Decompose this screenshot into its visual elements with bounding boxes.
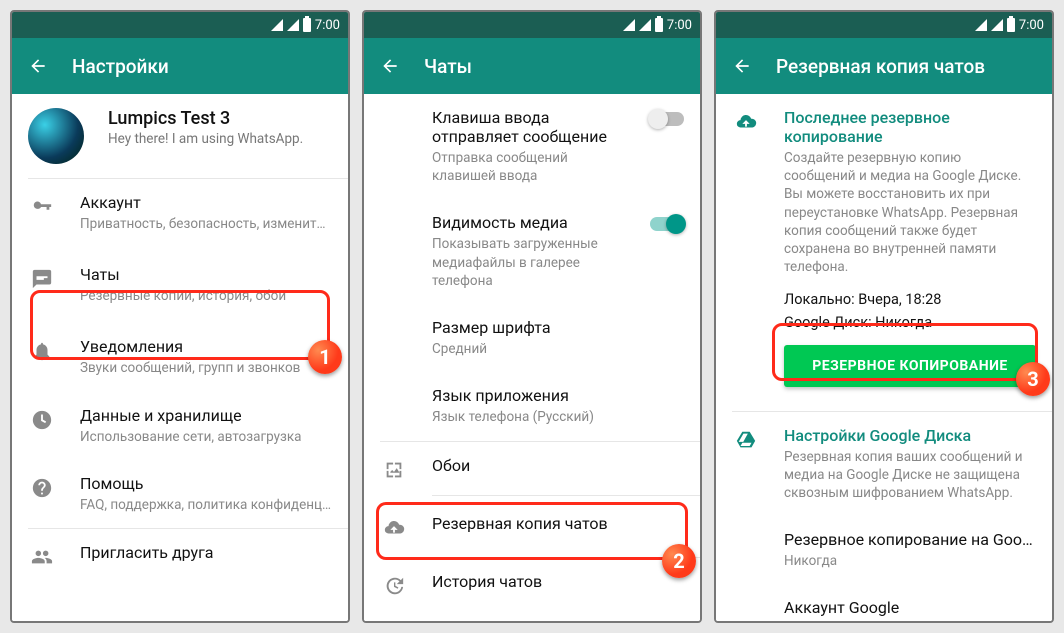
- bell-icon: [28, 337, 56, 362]
- battery-icon: [1007, 18, 1015, 32]
- row-title: Помощь: [80, 474, 332, 493]
- appbar-title: Настройки: [72, 55, 169, 78]
- chats-content: Клавиша ввода отправляет сообщение Отпра…: [364, 94, 700, 621]
- row-sub: Не выбрано: [784, 620, 1036, 621]
- settings-account[interactable]: Аккаунт Приватность, безопасность, измен…: [12, 179, 348, 247]
- backup-content: Последнее резервное копирование Создайте…: [716, 94, 1052, 621]
- row-sub: Язык телефона (Русский): [432, 408, 684, 426]
- backup-last-section: Последнее резервное копирование Создайте…: [716, 94, 1052, 411]
- toggle-enter[interactable]: [650, 112, 684, 126]
- appbar-title: Резервная копия чатов: [776, 55, 985, 78]
- key-icon: [28, 193, 56, 218]
- row-sub: Никогда: [784, 552, 1036, 570]
- cloud-upload-icon: [732, 108, 760, 133]
- wallpaper-icon: [380, 456, 408, 481]
- profile-status: Hey there! I am using WhatsApp.: [108, 131, 332, 147]
- row-sub: Приватность, безопасность, изменить но..…: [80, 215, 332, 233]
- signal-icon: [639, 19, 651, 31]
- backup-now-button[interactable]: РЕЗЕРВНОЕ КОПИРОВАНИЕ: [784, 345, 1036, 387]
- row-title: Язык приложения: [432, 386, 684, 405]
- chats-font-size[interactable]: Размер шрифта Средний: [364, 304, 700, 372]
- people-icon: [28, 543, 56, 568]
- settings-chats[interactable]: Чаты Резервные копии, история, обои: [12, 247, 348, 323]
- settings-data[interactable]: Данные и хранилище Использование сети, а…: [12, 392, 348, 460]
- chats-media-visibility[interactable]: Видимость медиа Показывать загруженные м…: [364, 199, 700, 304]
- wifi-icon: [975, 19, 987, 31]
- row-title: Обои: [432, 456, 684, 475]
- row-sub: Звуки сообщений, групп и звонков: [80, 359, 332, 377]
- row-sub: Показывать загруженные медиафайлы в гале…: [432, 235, 626, 290]
- status-time: 7:00: [315, 18, 340, 33]
- row-title: Данные и хранилище: [80, 406, 332, 425]
- row-title: Клавиша ввода отправляет сообщение: [432, 108, 626, 146]
- row-sub: FAQ, поддержка, политика конфиденциал...: [80, 496, 332, 514]
- chats-history[interactable]: История чатов: [364, 558, 700, 611]
- data-icon: [28, 406, 56, 431]
- history-icon: [380, 572, 408, 597]
- settings-invite[interactable]: Пригласить друга: [12, 529, 348, 582]
- back-button[interactable]: [380, 56, 400, 76]
- chat-icon: [28, 265, 56, 290]
- help-icon: [28, 474, 56, 499]
- battery-icon: [655, 18, 663, 32]
- backup-gdrive: Google Диск: Никогда: [784, 314, 1036, 331]
- section-heading: Настройки Google Диска: [784, 426, 1036, 445]
- row-sub: Средний: [432, 340, 684, 358]
- appbar-title: Чаты: [424, 55, 472, 78]
- app-bar: Настройки: [12, 38, 348, 94]
- backup-google-account[interactable]: Аккаунт Google Не выбрано: [716, 584, 1052, 621]
- row-title: Резервная копия чатов: [432, 514, 684, 533]
- app-bar: Чаты: [364, 38, 700, 94]
- row-title: Видимость медиа: [432, 213, 626, 232]
- row-title: Размер шрифта: [432, 318, 684, 337]
- wifi-icon: [271, 19, 283, 31]
- chats-wallpaper[interactable]: Обои: [364, 442, 700, 495]
- chats-backup[interactable]: Резервная копия чатов: [364, 496, 700, 557]
- status-bar: 7:00: [716, 12, 1052, 38]
- screen-chats: 7:00 Чаты Клавиша ввода отправляет сообщ…: [362, 10, 702, 623]
- settings-notifications[interactable]: Уведомления Звуки сообщений, групп и зво…: [12, 323, 348, 391]
- signal-icon: [991, 19, 1003, 31]
- screen-backup: 7:00 Резервная копия чатов Последнее рез…: [714, 10, 1054, 623]
- status-bar: 7:00: [364, 12, 700, 38]
- chats-enter-key[interactable]: Клавиша ввода отправляет сообщение Отпра…: [364, 94, 700, 199]
- row-sub: Использование сети, автозагрузка: [80, 428, 332, 446]
- profile-row[interactable]: Lumpics Test 3 Hey there! I am using Wha…: [12, 94, 348, 178]
- row-title: Чаты: [80, 265, 332, 284]
- gdrive-icon: [732, 426, 760, 451]
- avatar: [28, 108, 84, 164]
- row-title: Уведомления: [80, 337, 332, 356]
- row-title: Аккаунт Google: [784, 598, 1036, 617]
- app-bar: Резервная копия чатов: [716, 38, 1052, 94]
- backup-local: Локально: Вчера, 18:28: [784, 291, 1036, 308]
- back-button[interactable]: [28, 56, 48, 76]
- toggle-media[interactable]: [650, 217, 684, 231]
- row-title: Пригласить друга: [80, 543, 332, 562]
- battery-icon: [303, 18, 311, 32]
- signal-icon: [287, 19, 299, 31]
- status-time: 7:00: [667, 18, 692, 33]
- row-title: Резервное копирование на Googl...: [784, 530, 1036, 549]
- status-time: 7:00: [1019, 18, 1044, 33]
- row-title: Аккаунт: [80, 193, 332, 212]
- status-bar: 7:00: [12, 12, 348, 38]
- wifi-icon: [623, 19, 635, 31]
- gdrive-settings-section: Настройки Google Диска Резервная копия в…: [716, 412, 1052, 517]
- settings-help[interactable]: Помощь FAQ, поддержка, политика конфиден…: [12, 460, 348, 528]
- row-title: История чатов: [432, 572, 684, 591]
- settings-content: Lumpics Test 3 Hey there! I am using Wha…: [12, 94, 348, 621]
- profile-name: Lumpics Test 3: [108, 108, 332, 129]
- screen-settings: 7:00 Настройки Lumpics Test 3 Hey there!…: [10, 10, 350, 623]
- section-heading: Последнее резервное копирование: [784, 108, 1036, 146]
- chats-app-language[interactable]: Язык приложения Язык телефона (Русский): [364, 372, 700, 440]
- cloud-upload-icon: [380, 514, 408, 539]
- back-button[interactable]: [732, 56, 752, 76]
- section-desc: Создайте резервную копию сообщений и мед…: [784, 149, 1036, 277]
- row-sub: Резервные копии, история, обои: [80, 287, 332, 305]
- row-sub: Отправка сообщений клавишей ввода: [432, 149, 626, 185]
- section-desc: Резервная копия ваших сообщений и медиа …: [784, 448, 1036, 503]
- backup-frequency[interactable]: Резервное копирование на Googl... Никогд…: [716, 516, 1052, 584]
